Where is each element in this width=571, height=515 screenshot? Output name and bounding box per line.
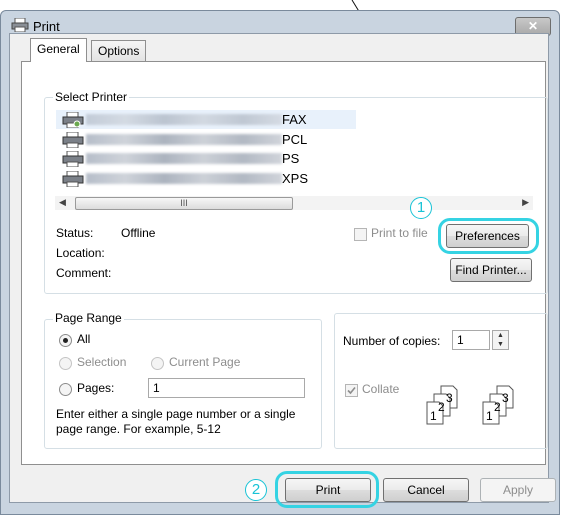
number-of-copies-label: Number of copies:	[343, 334, 441, 348]
printer-item-pcl[interactable]: PCL	[56, 130, 356, 149]
tab-general[interactable]: General	[30, 38, 87, 62]
collate-check-icon	[347, 386, 356, 395]
collate-page-3: 3	[446, 391, 453, 405]
printer-icon	[62, 132, 84, 148]
printer-item-ps[interactable]: PS	[56, 149, 356, 168]
preferences-highlight-ring	[438, 218, 539, 254]
all-label: All	[77, 332, 91, 346]
find-printer-button[interactable]: Find Printer...	[450, 258, 532, 282]
printer-item-xps[interactable]: XPS	[56, 169, 356, 188]
collate-page-2: 2	[438, 400, 445, 414]
spin-up-icon[interactable]: ▲	[493, 331, 508, 340]
collate-page-1: 1	[486, 409, 493, 423]
collate-page-3: 3	[502, 391, 509, 405]
cancel-button[interactable]: Cancel	[383, 478, 469, 502]
collate-checkbox[interactable]	[345, 384, 358, 397]
collate-pages-icon: 1 2 3 1 2 3	[426, 385, 514, 425]
current-page-label: Current Page	[169, 355, 241, 369]
tab-general-label: General	[37, 42, 80, 56]
copies-spinner[interactable]: ▲ ▼	[492, 330, 509, 350]
page-range-hint: Enter either a single page number or a s…	[56, 407, 296, 436]
window-title: Print	[33, 19, 60, 34]
spin-down-icon[interactable]: ▼	[493, 340, 508, 349]
printer-name-redacted	[86, 153, 282, 164]
printer-suffix: PS	[282, 151, 300, 166]
apply-button[interactable]: Apply	[480, 478, 556, 502]
printer-name-redacted	[86, 134, 282, 145]
pages-label: Pages:	[77, 381, 115, 395]
tab-options[interactable]: Options	[91, 40, 147, 62]
printer-suffix: PCL	[282, 132, 308, 147]
fax-printer-icon	[62, 112, 84, 128]
printer-item-fax[interactable]: FAX	[56, 110, 356, 129]
callout-2: 2	[245, 479, 267, 501]
collate-page-1: 1	[430, 409, 437, 423]
printer-list[interactable]: FAX PCL PS XPS	[56, 108, 356, 190]
printer-suffix: XPS	[282, 171, 309, 186]
pages-input[interactable]: 1	[148, 378, 305, 398]
select-printer-label: Select Printer	[53, 90, 130, 104]
number-of-copies-input[interactable]: 1	[452, 330, 490, 350]
printer-name-redacted	[86, 114, 282, 125]
scroll-left-arrow-icon[interactable]: ◀	[59, 197, 66, 208]
scroll-right-arrow-icon[interactable]: ▶	[522, 197, 529, 208]
comment-label: Comment:	[56, 266, 112, 280]
printer-list-horizontal-scrollbar[interactable]: ◀ III ▶	[55, 196, 533, 210]
status-label: Status:	[56, 226, 94, 240]
collate-label: Collate	[362, 382, 400, 396]
printer-icon	[62, 151, 84, 167]
selection-label: Selection	[77, 355, 127, 369]
print-to-file-checkbox[interactable]	[354, 228, 367, 241]
tab-options-label: Options	[98, 44, 140, 58]
print-highlight-ring	[275, 471, 379, 508]
location-label: Location:	[56, 246, 105, 260]
current-page-radio[interactable]	[151, 357, 164, 370]
scroll-thumb-grip: III	[180, 198, 188, 208]
printer-icon	[62, 171, 84, 187]
status-value: Offline	[121, 226, 156, 240]
callout-1: 1	[410, 197, 432, 219]
collate-page-2: 2	[494, 400, 501, 414]
scrollbar-thumb[interactable]: III	[75, 197, 293, 210]
radio-selected-dot	[63, 338, 68, 343]
all-radio[interactable]	[59, 334, 72, 347]
print-to-file-label: Print to file	[371, 226, 428, 240]
printer-name-redacted	[86, 173, 282, 184]
printer-suffix: FAX	[282, 112, 307, 127]
printer-icon	[11, 18, 29, 32]
pages-radio[interactable]	[59, 383, 72, 396]
page-range-label: Page Range	[53, 311, 124, 325]
selection-radio[interactable]	[59, 357, 72, 370]
